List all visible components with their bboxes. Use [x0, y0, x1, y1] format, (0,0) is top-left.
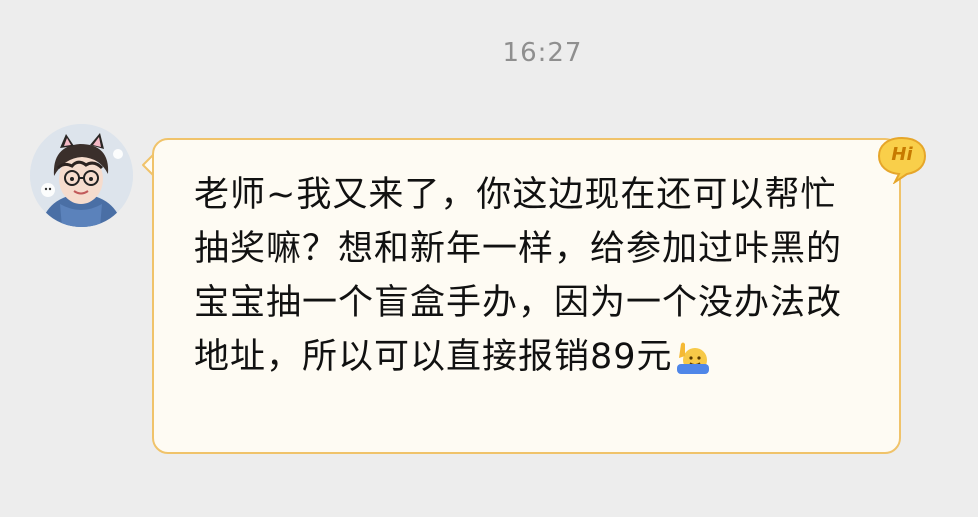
hi-badge[interactable]: Hi [875, 134, 929, 185]
message-row: 老师~我又来了，你这边现在还可以帮忙抽奖嘛？想和新年一样，给参加过咔黑的宝宝抽一… [0, 0, 978, 517]
avatar-image [30, 124, 133, 227]
message-body: 老师~我又来了，你这边现在还可以帮忙抽奖嘛？想和新年一样，给参加过咔黑的宝宝抽一… [194, 175, 843, 377]
message-text: 老师~我又来了，你这边现在还可以帮忙抽奖嘛？想和新年一样，给参加过咔黑的宝宝抽一… [194, 168, 864, 384]
hi-badge-label: Hi [891, 144, 913, 165]
raising-hand-emoji-icon [675, 336, 711, 374]
message-bubble[interactable]: 老师~我又来了，你这边现在还可以帮忙抽奖嘛？想和新年一样，给参加过咔黑的宝宝抽一… [152, 138, 901, 454]
sender-avatar[interactable] [30, 124, 133, 227]
